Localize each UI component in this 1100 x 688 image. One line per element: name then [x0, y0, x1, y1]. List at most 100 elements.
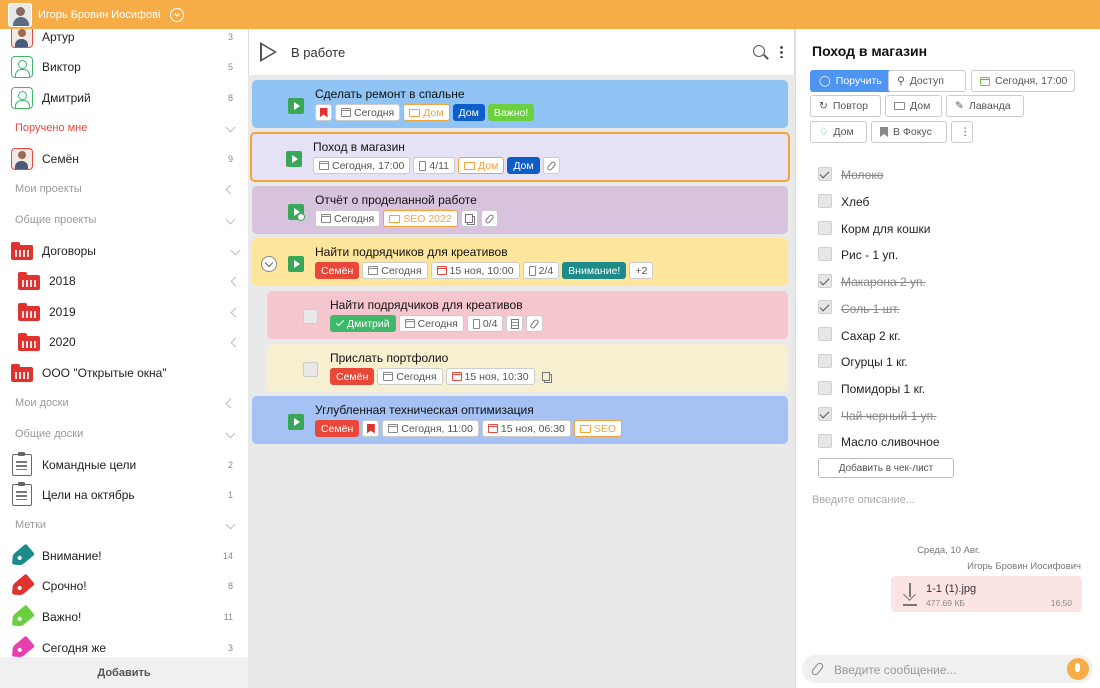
tag-chip[interactable]: Важно!	[487, 104, 535, 121]
project-chip[interactable]: Дом	[403, 104, 450, 121]
tag-chip[interactable]: Дом	[507, 157, 540, 174]
checklist-item[interactable]: Масло сливочное	[841, 435, 940, 449]
assignee-chip[interactable]: Дмитрий	[330, 315, 396, 332]
task-detail-title[interactable]: Поход в магазин	[812, 43, 927, 59]
date-chip[interactable]: Сегодня	[315, 210, 381, 227]
project-chip[interactable]: SEO	[573, 420, 623, 437]
checklist-item[interactable]: Рис - 1 уп.	[841, 248, 898, 262]
user-name[interactable]: Игорь Бровин Иосифовi	[38, 9, 160, 21]
checklist-chip[interactable]: 4/11	[413, 157, 456, 174]
section-my-boards[interactable]: Мои доски	[0, 388, 248, 418]
chevron-left-icon[interactable]	[230, 307, 241, 318]
checklist-checkbox[interactable]	[818, 167, 832, 181]
sidebar-tag-urgent[interactable]: Срочно! 8	[0, 571, 248, 601]
checklist-item[interactable]: Хлеб	[841, 195, 869, 209]
deadline-chip[interactable]: 15 ноя, 06:30	[481, 420, 571, 437]
checklist-item[interactable]: Сахар 2 кг.	[841, 329, 901, 343]
task-card[interactable]: Отчёт о проделанной работе Сегодня SEO 2…	[252, 186, 788, 234]
section-shared-projects[interactable]: Общие проекты	[0, 205, 248, 235]
task-card[interactable]: Углубленная техническая оптимизация Семё…	[252, 396, 788, 444]
microphone-icon[interactable]	[1067, 658, 1089, 680]
attachment-icon[interactable]	[526, 315, 544, 332]
access-button[interactable]: ⚲ Доступ	[888, 70, 966, 92]
date-button[interactable]: Сегодня, 17:00	[971, 70, 1075, 92]
add-button[interactable]: Добавить	[0, 657, 248, 688]
sidebar-user-viktor[interactable]: Виктор 5	[0, 52, 248, 82]
sidebar-tag-important[interactable]: Важно! 11	[0, 602, 248, 632]
checklist-checkbox[interactable]	[818, 194, 832, 208]
attachment-icon[interactable]	[542, 157, 560, 174]
sidebar-tag-attention[interactable]: Внимание! 14	[0, 541, 248, 571]
subtask-card[interactable]: Прислать портфолио Семён Сегодня 15 ноя,…	[267, 344, 788, 392]
sidebar-board-october-goals[interactable]: Цели на октябрь 1	[0, 480, 248, 510]
more-icon[interactable]	[780, 45, 783, 58]
task-checkbox[interactable]	[303, 362, 318, 377]
task-card[interactable]: Найти подрядчиков для креативов Семён Се…	[252, 238, 788, 286]
sync-icon[interactable]	[170, 7, 185, 22]
deadline-chip[interactable]: 15 ноя, 10:30	[445, 368, 535, 385]
description-field[interactable]: Введите описание...	[812, 494, 915, 506]
tag-chip[interactable]: Внимание!	[562, 262, 627, 279]
search-icon[interactable]	[753, 45, 765, 57]
checklist-checkbox[interactable]	[818, 407, 832, 421]
start-task-icon[interactable]	[286, 151, 302, 167]
sidebar-user-semyon[interactable]: Семён 9	[0, 144, 248, 174]
comments-icon[interactable]	[460, 210, 478, 227]
date-chip[interactable]: Сегодня	[377, 368, 443, 385]
tag-chip[interactable]: Дом	[452, 104, 485, 121]
checklist-item[interactable]: Огурцы 1 кг.	[841, 355, 908, 369]
chevron-left-icon[interactable]	[225, 184, 236, 195]
checklist-checkbox[interactable]	[818, 247, 832, 261]
subtask-card[interactable]: Найти подрядчиков для креативов Дмитрий …	[267, 291, 788, 339]
message-input-bar[interactable]: Введите сообщение...	[802, 655, 1093, 683]
task-card[interactable]: Сделать ремонт в спальне Сегодня Дом Дом…	[252, 80, 788, 128]
user-avatar[interactable]	[8, 2, 32, 27]
chevron-left-icon[interactable]	[225, 398, 236, 409]
comments-icon[interactable]	[538, 368, 555, 385]
assignee-chip[interactable]: Семён	[315, 420, 360, 437]
section-my-projects[interactable]: Мои проекты	[0, 174, 248, 204]
checklist-item[interactable]: Корм для кошки	[841, 222, 930, 236]
chevron-down-icon[interactable]	[225, 428, 236, 439]
project-button[interactable]: Дом	[885, 95, 942, 117]
tag-button[interactable]: ♢ Дом	[810, 121, 867, 143]
assignee-chip[interactable]: Семён	[315, 262, 360, 279]
more-tags-chip[interactable]: +2	[629, 262, 654, 279]
checklist-checkbox[interactable]	[818, 354, 832, 368]
sidebar-project-2018[interactable]: 2018	[0, 266, 248, 296]
sidebar-tag-today[interactable]: Сегодня же 3	[0, 633, 248, 657]
date-chip[interactable]: Сегодня	[398, 315, 464, 332]
chevron-left-icon[interactable]	[230, 337, 241, 348]
date-chip[interactable]: Сегодня, 11:00	[382, 420, 479, 437]
sidebar-project-open-windows[interactable]: ООО "Открытые окна"	[0, 358, 248, 388]
assign-button[interactable]: ◯ Поручить	[810, 70, 892, 92]
start-task-icon[interactable]	[288, 414, 304, 430]
sidebar-user-dmitry[interactable]: Дмитрий 8	[0, 83, 248, 113]
add-checklist-button[interactable]: Добавить в чек-лист	[818, 458, 954, 478]
start-task-icon[interactable]	[288, 98, 304, 114]
checklist-checkbox[interactable]	[818, 327, 832, 341]
bookmark-icon[interactable]	[315, 104, 332, 121]
chevron-down-icon[interactable]	[261, 256, 277, 272]
date-chip[interactable]: Сегодня	[335, 104, 401, 121]
bookmark-icon[interactable]	[362, 420, 380, 437]
deadline-chip[interactable]: 15 ноя, 10:00	[430, 262, 520, 279]
chevron-down-icon[interactable]	[225, 214, 236, 225]
checklist-item[interactable]: Соль 1 шт.	[841, 302, 900, 316]
file-message[interactable]: 1-1 (1).jpg 477.69 КБ 16:50	[891, 576, 1082, 612]
task-card-selected[interactable]: Поход в магазин Сегодня, 17:00 4/11 Дом …	[250, 132, 790, 182]
attachment-icon[interactable]	[480, 210, 498, 227]
repeat-button[interactable]: ↻ Повтор	[810, 95, 881, 117]
sidebar-project-2020[interactable]: 2020	[0, 327, 248, 357]
note-icon[interactable]	[506, 315, 524, 332]
section-tags[interactable]: Метки	[0, 510, 248, 540]
lavender-button[interactable]: ✎ Лаванда	[946, 95, 1024, 117]
focus-button[interactable]: В Фокус	[871, 121, 947, 143]
sidebar-project-contracts[interactable]: Договоры	[0, 236, 248, 266]
message-input[interactable]: Введите сообщение...	[834, 663, 957, 677]
chevron-left-icon[interactable]	[230, 276, 241, 287]
sidebar-board-team-goals[interactable]: Командные цели 2	[0, 450, 248, 480]
chevron-down-icon[interactable]	[225, 519, 236, 530]
section-assigned-to-me[interactable]: Поручено мне	[0, 113, 248, 143]
date-chip[interactable]: Сегодня	[362, 262, 428, 279]
